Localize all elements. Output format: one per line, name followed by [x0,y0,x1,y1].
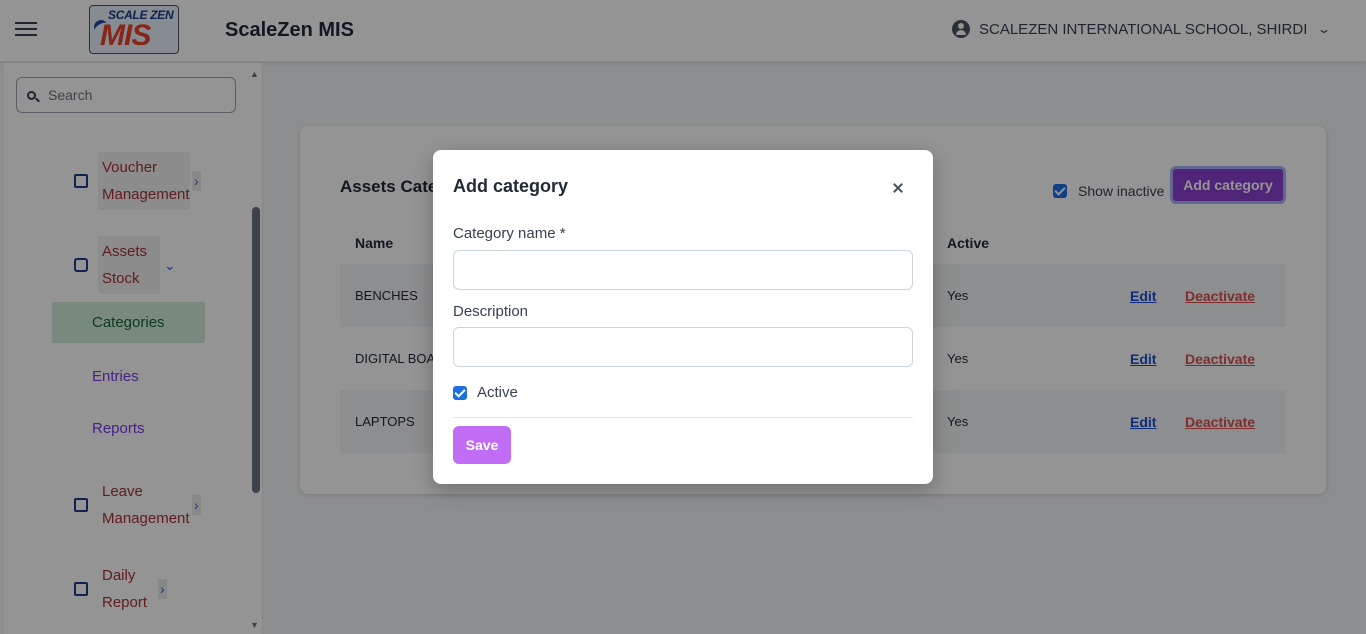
save-button[interactable]: Save [453,426,511,464]
category-name-input[interactable] [453,250,913,290]
description-input[interactable] [453,327,913,367]
add-category-modal: Add category Category name * Description… [433,150,933,484]
active-toggle[interactable]: Active [453,384,518,401]
description-label: Description [453,303,529,320]
modal-title: Add category [453,176,569,196]
close-icon[interactable] [888,178,908,198]
active-label: Active [477,384,518,401]
active-checkbox[interactable] [453,385,467,400]
modal-divider [453,417,913,418]
category-name-label: Category name * [453,225,566,242]
